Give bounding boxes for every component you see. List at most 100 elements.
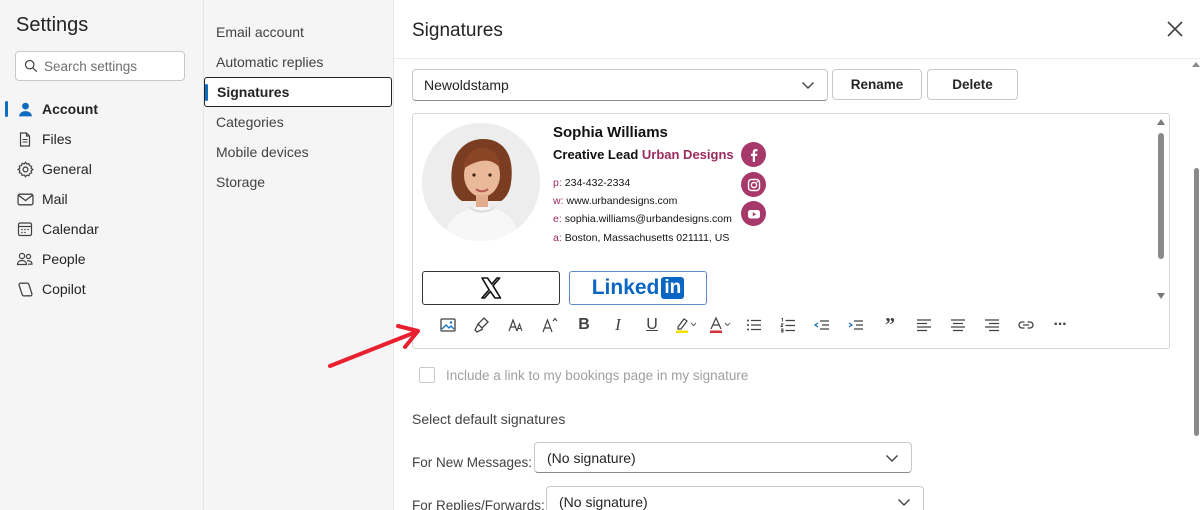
link-button[interactable] (1009, 311, 1043, 339)
signature-address-line: a: Boston, Massachusetts 021111, US (553, 232, 729, 244)
font-size-icon (508, 318, 523, 332)
new-messages-value: (No signature) (547, 449, 636, 466)
nav-item-copilot[interactable]: Copilot (0, 274, 204, 304)
scroll-thumb[interactable] (1158, 133, 1164, 259)
signature-select-value: Newoldstamp (424, 77, 509, 93)
signature-email: sophia.williams@urbandesigns.com (564, 213, 732, 225)
align-left-button[interactable] (907, 311, 941, 339)
title-divider (394, 58, 1200, 59)
settings-pane: Settings Account Files General Mail Cale… (0, 0, 204, 510)
replies-dropdown[interactable]: (No signature) (546, 486, 924, 510)
submenu-automatic-replies[interactable]: Automatic replies (204, 47, 394, 77)
increase-indent-button[interactable] (839, 311, 873, 339)
link-icon (1018, 321, 1034, 329)
quote-button[interactable]: ” (873, 311, 907, 339)
close-icon (1167, 21, 1183, 37)
chevron-down-icon (898, 499, 910, 506)
font-color-button[interactable] (703, 311, 737, 339)
page-scroll-thumb[interactable] (1194, 168, 1199, 436)
align-center-icon (951, 319, 965, 332)
font-size-button[interactable] (499, 311, 533, 339)
nav-item-label: Mail (42, 191, 68, 207)
rename-button[interactable]: Rename (832, 69, 922, 100)
highlight-button[interactable] (669, 311, 703, 339)
italic-button[interactable]: I (601, 311, 635, 339)
decrease-indent-button[interactable] (805, 311, 839, 339)
instagram-icon (741, 172, 766, 197)
nav-item-calendar[interactable]: Calendar (0, 214, 204, 244)
nav-item-people[interactable]: People (0, 244, 204, 274)
signature-select[interactable]: Newoldstamp (412, 69, 828, 101)
person-icon (16, 100, 34, 118)
file-icon (16, 130, 34, 148)
copilot-icon (16, 280, 34, 298)
gear-icon (16, 160, 34, 178)
submenu-categories[interactable]: Categories (204, 107, 394, 137)
signature-web: www.urbandesigns.com (566, 195, 678, 207)
italic-icon: I (615, 315, 621, 334)
grow-font-button[interactable] (533, 311, 567, 339)
delete-button[interactable]: Delete (927, 69, 1018, 100)
format-painter-icon (474, 317, 489, 333)
new-messages-label: For New Messages: (412, 455, 533, 470)
bullets-button[interactable] (737, 311, 771, 339)
underline-button[interactable]: U (635, 311, 669, 339)
signature-name: Sophia Williams (553, 124, 668, 141)
editor-scrollbar[interactable] (1156, 117, 1166, 299)
submenu-storage[interactable]: Storage (204, 167, 394, 197)
new-messages-dropdown[interactable]: (No signature) (534, 442, 912, 473)
nav-item-label: Copilot (42, 281, 86, 297)
nav-item-account[interactable]: Account (0, 94, 204, 124)
search-icon (24, 59, 38, 73)
align-center-button[interactable] (941, 311, 975, 339)
default-signatures-heading: Select default signatures (412, 411, 566, 427)
bookings-link-label: Include a link to my bookings page in my… (446, 367, 749, 383)
decrease-indent-icon (813, 320, 829, 330)
bookings-link-option[interactable]: Include a link to my bookings page in my… (419, 367, 748, 383)
submenu-email-account[interactable]: Email account (204, 17, 394, 47)
format-painter-button[interactable] (465, 311, 499, 339)
scroll-up-icon[interactable] (1192, 62, 1200, 67)
mail-icon (16, 190, 34, 208)
signature-phone-line: p: 234-432-2334 (553, 177, 630, 189)
numbering-icon (780, 318, 795, 333)
align-right-button[interactable] (975, 311, 1009, 339)
account-submenu: Email account Automatic replies Signatur… (204, 0, 394, 510)
signature-editor[interactable]: Sophia Williams Creative Lead Urban Desi… (412, 113, 1170, 349)
linkedin-badge: Linked in (569, 271, 707, 305)
profile-photo (422, 123, 540, 241)
nav-item-label: People (42, 251, 86, 267)
signature-email-line: e: sophia.williams@urbandesigns.com (553, 213, 732, 225)
page-scrollbar[interactable] (1192, 56, 1200, 510)
increase-indent-icon (848, 320, 863, 330)
scroll-up-icon[interactable] (1157, 119, 1165, 125)
signature-role-title: Creative Lead (553, 147, 639, 162)
scroll-down-icon[interactable] (1157, 293, 1165, 299)
signature-phone: 234-432-2334 (564, 177, 631, 189)
underline-icon: U (646, 316, 658, 333)
submenu-mobile-devices[interactable]: Mobile devices (204, 137, 394, 167)
settings-title: Settings (16, 14, 89, 36)
signatures-panel: Signatures Newoldstamp Rename Delete Sop… (394, 0, 1200, 510)
calendar-icon (16, 220, 34, 238)
numbering-button[interactable] (771, 311, 805, 339)
people-icon (16, 250, 34, 268)
nav-item-files[interactable]: Files (0, 124, 204, 154)
search-input[interactable] (44, 58, 174, 74)
quote-icon: ” (885, 313, 895, 336)
bold-button[interactable]: B (567, 311, 601, 339)
submenu-signatures[interactable]: Signatures (204, 77, 392, 107)
youtube-icon (741, 201, 766, 226)
highlight-icon (676, 318, 697, 333)
bold-icon: B (578, 316, 590, 333)
nav-item-mail[interactable]: Mail (0, 184, 204, 214)
insert-image-button[interactable] (431, 311, 465, 339)
search-box[interactable] (15, 51, 185, 81)
facebook-icon (741, 142, 766, 167)
close-button[interactable] (1164, 18, 1186, 40)
more-options-button[interactable]: ··· (1043, 311, 1077, 339)
chevron-down-icon (886, 455, 898, 462)
nav-item-label: Calendar (42, 221, 99, 237)
align-left-icon (917, 319, 931, 332)
nav-item-general[interactable]: General (0, 154, 204, 184)
